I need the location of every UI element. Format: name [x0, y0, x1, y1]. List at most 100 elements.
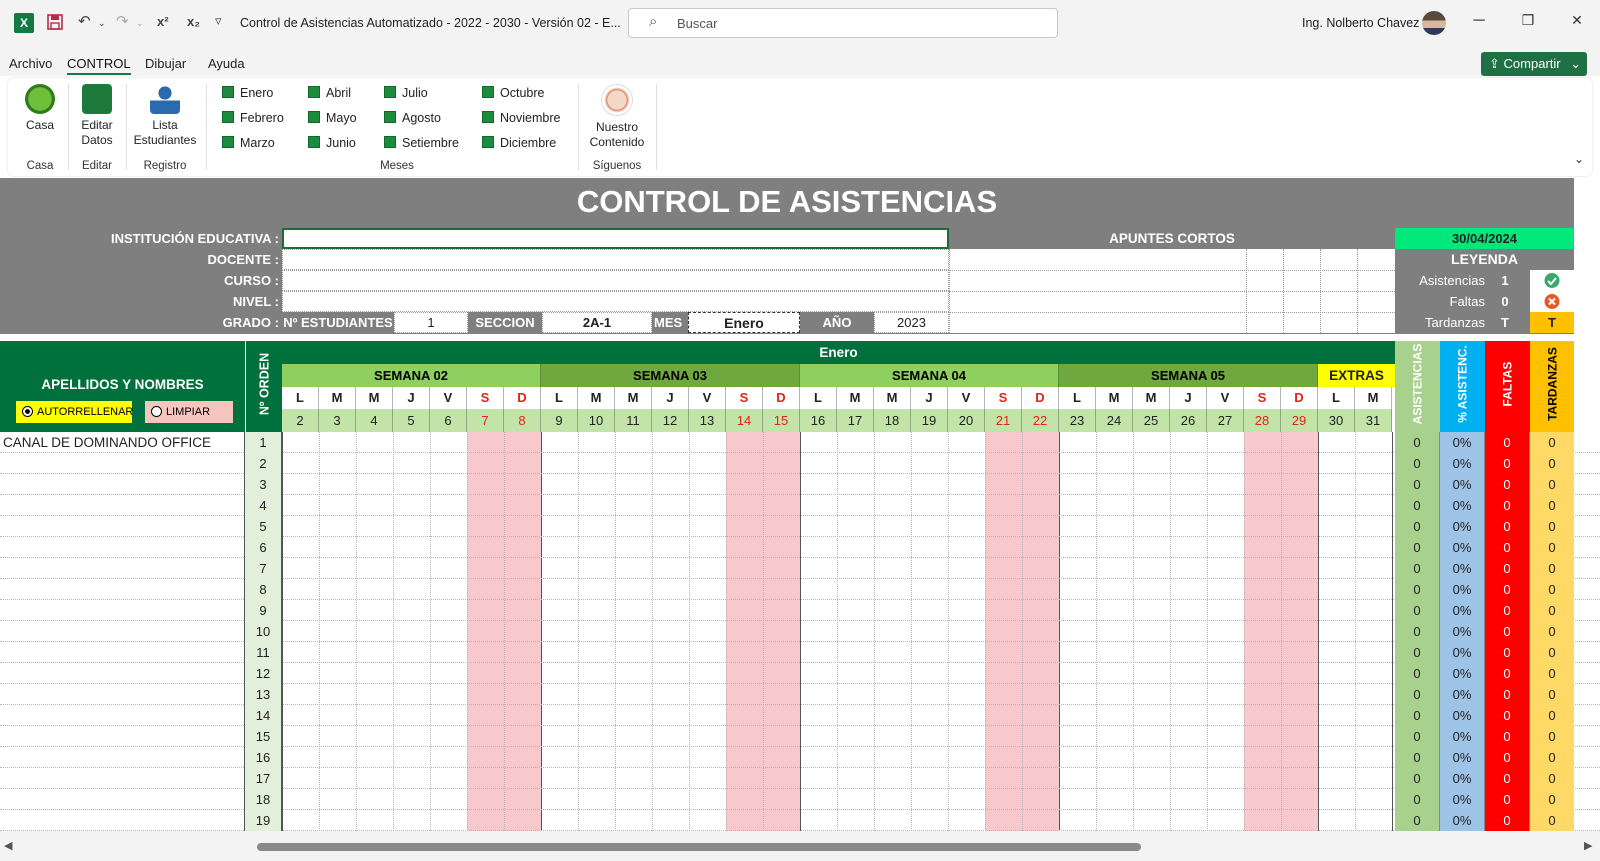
grid-column-line [282, 432, 283, 831]
mes-dropdown[interactable]: Enero [688, 312, 800, 333]
qa-more-icon[interactable]: ▿ [215, 13, 222, 29]
apuntes-col [1283, 249, 1284, 333]
scroll-left-icon[interactable]: ◀ [4, 839, 12, 852]
grid-column-line [430, 432, 431, 831]
month-label: Febrero [240, 111, 284, 125]
student-name-cell[interactable] [0, 768, 245, 789]
student-name-cell[interactable] [0, 705, 245, 726]
student-name-cell[interactable] [0, 558, 245, 579]
check-icon [1544, 273, 1560, 288]
student-name-cell[interactable] [0, 495, 245, 516]
month-button-octubre[interactable]: Octubre [482, 86, 544, 100]
tab-dibujar[interactable]: Dibujar [145, 56, 186, 71]
month-button-marzo[interactable]: Marzo [222, 136, 275, 150]
tab-ayuda[interactable]: Ayuda [208, 56, 245, 71]
student-name-cell[interactable] [0, 747, 245, 768]
casa-button[interactable]: Casa [20, 84, 60, 133]
limpiar-button[interactable]: LIMPIAR [145, 401, 233, 423]
grid-column-line [578, 432, 579, 831]
close-button[interactable]: ✕ [1562, 12, 1592, 29]
n-estudiantes-value[interactable]: 1 [394, 312, 468, 333]
anio-value[interactable]: 2023 [874, 312, 949, 333]
orden-cell: 5 [245, 516, 282, 537]
student-name-cell[interactable] [0, 642, 245, 663]
apuntes-col [1246, 249, 1247, 333]
redo-icon[interactable]: ↷ [116, 12, 129, 30]
pct-cell: 0% [1440, 537, 1485, 558]
minimize-button[interactable]: ─ [1464, 12, 1494, 30]
month-button-noviembre[interactable]: Noviembre [482, 111, 560, 125]
curso-field[interactable] [282, 270, 949, 291]
nuestro-contenido-button[interactable]: Nuestro Contenido [584, 84, 650, 150]
lista-label-1: Lista [152, 118, 178, 132]
student-name-cell[interactable] [0, 474, 245, 495]
asistencias-cell: 0 [1395, 558, 1440, 579]
day-letter: D [1281, 387, 1318, 409]
month-button-junio[interactable]: Junio [308, 136, 356, 150]
month-button-abril[interactable]: Abril [308, 86, 351, 100]
student-name-cell[interactable] [0, 684, 245, 705]
undo-icon[interactable]: ↶ [78, 12, 91, 30]
day-number: 6 [430, 409, 467, 432]
redo-dropdown-icon[interactable]: ⌄ [136, 18, 144, 29]
avatar[interactable] [1422, 11, 1446, 35]
sheet-month-icon [384, 86, 396, 98]
month-button-enero[interactable]: Enero [222, 86, 273, 100]
user-name[interactable]: Ing. Nolberto Chavez [1302, 16, 1419, 30]
nivel-field[interactable] [282, 291, 949, 312]
day-number: 16 [800, 409, 837, 432]
month-button-diciembre[interactable]: Diciembre [482, 136, 556, 150]
student-name-cell[interactable] [0, 600, 245, 621]
scroll-right-icon[interactable]: ▶ [1584, 839, 1592, 852]
superscript-button[interactable]: x² [157, 14, 169, 29]
student-name-cell[interactable] [0, 621, 245, 642]
search-input[interactable]: ⌕ Buscar [628, 8, 1058, 38]
month-button-mayo[interactable]: Mayo [308, 111, 357, 125]
orden-cell: 2 [245, 453, 282, 474]
student-name-cell[interactable] [0, 663, 245, 684]
lista-estudiantes-button[interactable]: Lista Estudiantes [132, 84, 198, 148]
tardanzas-cell: 0 [1530, 558, 1574, 579]
month-button-agosto[interactable]: Agosto [384, 111, 441, 125]
student-name-cell[interactable] [0, 453, 245, 474]
faltas-cell: 0 [1485, 600, 1530, 621]
subscript-button[interactable]: x₂ [187, 14, 200, 29]
sheet-month-icon [482, 86, 494, 98]
share-button[interactable]: ⇪ Compartir ⌄ [1481, 52, 1587, 76]
tardanzas-cell: 0 [1530, 642, 1574, 663]
student-name-cell[interactable] [0, 579, 245, 600]
student-name-cell[interactable]: CANAL DE DOMINANDO OFFICE [0, 432, 245, 453]
autorrellenar-button[interactable]: AUTORRELLENAR [16, 401, 133, 423]
student-name-cell[interactable] [0, 537, 245, 558]
undo-dropdown-icon[interactable]: ⌄ [98, 18, 106, 29]
anio-label: AÑO [822, 315, 852, 330]
scrollbar-thumb[interactable] [257, 843, 1141, 851]
asistencias-cell: 0 [1395, 474, 1440, 495]
horizontal-scrollbar[interactable]: ◀ ▶ [0, 831, 1600, 861]
group-meses: Meses [380, 160, 414, 172]
pct-cell: 0% [1440, 453, 1485, 474]
faltas-cell: 0 [1485, 705, 1530, 726]
maximize-button[interactable]: ❐ [1513, 12, 1543, 29]
month-button-julio[interactable]: Julio [384, 86, 428, 100]
student-name-cell[interactable] [0, 516, 245, 537]
day-number: 4 [356, 409, 393, 432]
month-label: Julio [402, 86, 428, 100]
student-name-cell[interactable] [0, 810, 245, 831]
day-number: 18 [874, 409, 911, 432]
month-button-febrero[interactable]: Febrero [222, 111, 284, 125]
editar-datos-button[interactable]: Editar Datos [74, 84, 120, 148]
day-letter: S [1244, 387, 1281, 409]
month-label: Setiembre [402, 136, 459, 150]
save-icon[interactable] [46, 13, 64, 35]
pct-label: % ASISTENC. [1455, 345, 1470, 423]
institucion-field[interactable] [282, 228, 949, 249]
docente-field[interactable] [282, 249, 949, 270]
tab-control[interactable]: CONTROL [67, 56, 131, 75]
seccion-value[interactable]: 2A-1 [542, 312, 652, 333]
student-name-cell[interactable] [0, 789, 245, 810]
tab-archivo[interactable]: Archivo [9, 56, 52, 71]
student-name-cell[interactable] [0, 726, 245, 747]
month-button-setiembre[interactable]: Setiembre [384, 136, 459, 150]
ribbon-collapse-icon[interactable]: ⌄ [1574, 152, 1584, 166]
